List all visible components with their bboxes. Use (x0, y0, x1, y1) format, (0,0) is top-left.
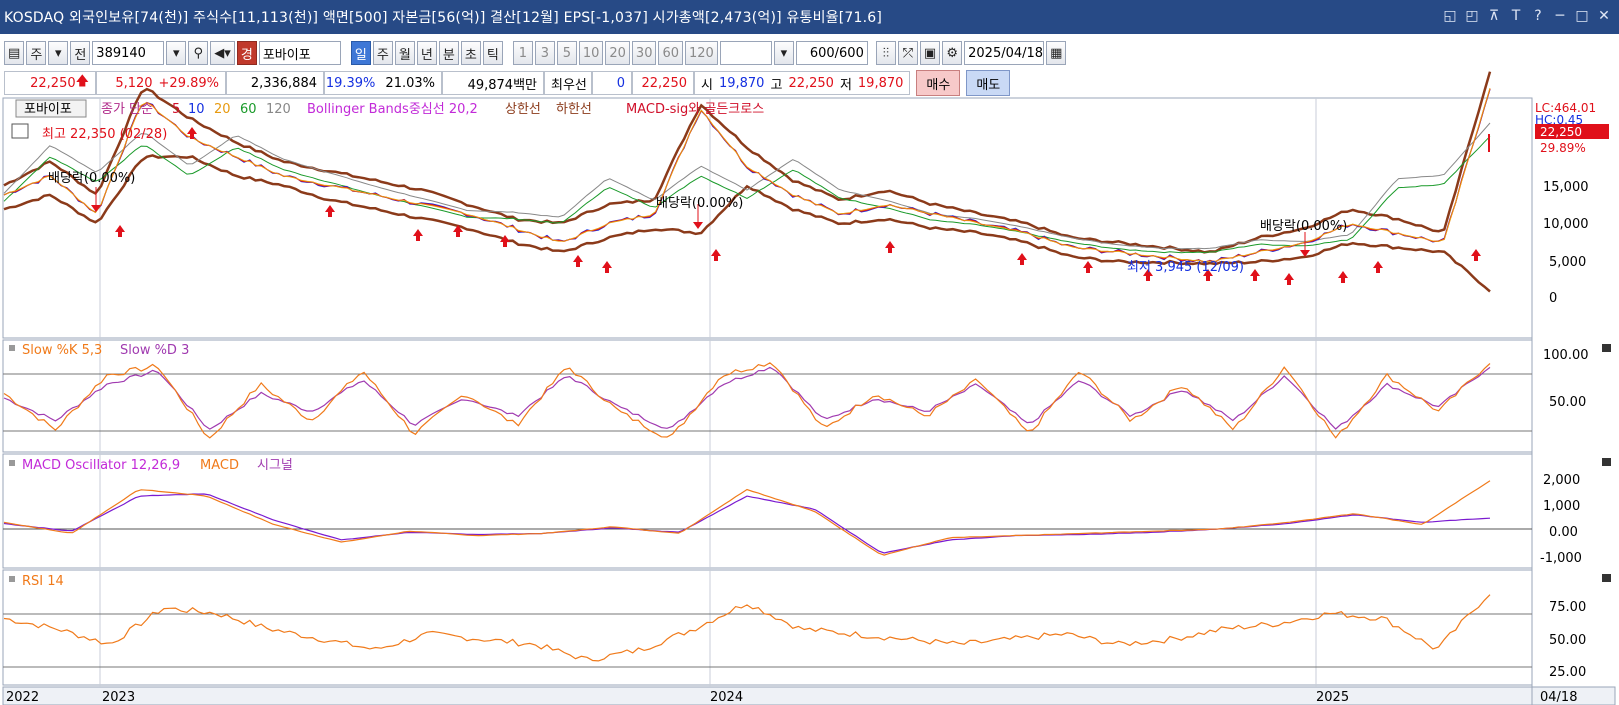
macd-legend-bullet (9, 460, 15, 466)
price-legend: 포바이포 종가 단순 5 10 20 60 120 Bollinger Band… (15, 99, 764, 118)
stoch-panel-frame (2, 339, 1533, 453)
macd-tick-neg1000: -1,000 (1540, 551, 1582, 566)
x-label-last: 04/18 (1540, 690, 1577, 705)
y-tick-10000: 10,000 (1543, 217, 1589, 232)
legend-ma60: 60 (240, 102, 257, 117)
macd-osc-label: MACD Oscillator 12,26,9 (22, 458, 180, 473)
x-label-2024: 2024 (710, 690, 743, 705)
legend-ma-label: 종가 단순 (101, 102, 153, 117)
legend-ma20: 20 (214, 102, 231, 117)
legend-ma5: 5 (172, 102, 180, 117)
y-tick-15000: 15,000 (1543, 180, 1589, 195)
rsi-legend-bullet (9, 576, 15, 582)
rsi-close-icon[interactable] (1602, 574, 1611, 582)
price-tag-value: 22,250 (1540, 125, 1582, 139)
price-panel-frame (2, 97, 1533, 339)
macd-signal-label: 시그널 (257, 458, 293, 473)
chart-area[interactable]: 포바이포 종가 단순 5 10 20 60 120 Bollinger Band… (0, 0, 1619, 705)
legend-bollinger: Bollinger Bands중심선 20,2 (307, 102, 478, 117)
stoch-tick-100: 100.00 (1543, 348, 1589, 363)
macd-tick-0: 0.00 (1549, 525, 1578, 540)
x-label-2025: 2025 (1316, 690, 1349, 705)
x-axis-frame (2, 686, 1616, 705)
legend-stock-name: 포바이포 (24, 102, 72, 117)
rsi-tick-50: 50.00 (1549, 633, 1586, 648)
dividend-label-2: 배당락(0.00%) (656, 196, 743, 211)
high-annotation: 최고 22,350 (02/28) (42, 127, 167, 142)
macd-y-axis: 2,000 1,000 0.00 -1,000 (1540, 473, 1582, 566)
y-tick-0: 0 (1549, 291, 1557, 306)
rsi-panel-frame (2, 569, 1533, 686)
stoch-y-axis: 100.00 50.00 (1543, 348, 1589, 410)
macd-tick-1000: 1,000 (1543, 499, 1580, 514)
stoch-k-label: Slow %K 5,3 (22, 343, 102, 358)
rsi-tick-25: 25.00 (1549, 665, 1586, 680)
legend-lower: 하한선 (556, 102, 592, 117)
price-y-axis: 15,000 10,000 5,000 0 (1543, 180, 1589, 306)
y-tick-5000: 5,000 (1549, 255, 1586, 270)
table-icon[interactable] (11, 123, 29, 139)
legend-ma120: 120 (266, 102, 291, 117)
stoch-tick-50: 50.00 (1549, 395, 1586, 410)
rsi-label: RSI 14 (22, 574, 64, 589)
rsi-tick-75: 75.00 (1549, 600, 1586, 615)
macd-tick-2000: 2,000 (1543, 473, 1580, 488)
legend-ma10: 10 (188, 102, 205, 117)
macd-label: MACD (200, 458, 239, 473)
x-label-2023: 2023 (102, 690, 135, 705)
legend-macd-sig: MACD-sig와 골든크로스 (626, 102, 764, 117)
x-label-2022: 2022 (6, 690, 39, 705)
macd-close-icon[interactable] (1602, 458, 1611, 466)
stoch-legend-bullet (9, 345, 15, 351)
dividend-label-3: 배당락(0.00%) (1260, 219, 1347, 234)
rsi-y-axis: 75.00 50.00 25.00 (1549, 600, 1586, 680)
stoch-close-icon[interactable] (1602, 344, 1611, 352)
dividend-label-1: 배당락(0.00%) (48, 171, 135, 186)
stoch-d-label: Slow %D 3 (120, 343, 189, 358)
stoch-legend: Slow %K 5,3 Slow %D 3 (9, 343, 189, 358)
low-annotation: 최저 3,945 (12/09) (1127, 260, 1244, 275)
legend-upper: 상한선 (505, 102, 541, 117)
price-tag-pct: 29.89% (1540, 141, 1586, 155)
